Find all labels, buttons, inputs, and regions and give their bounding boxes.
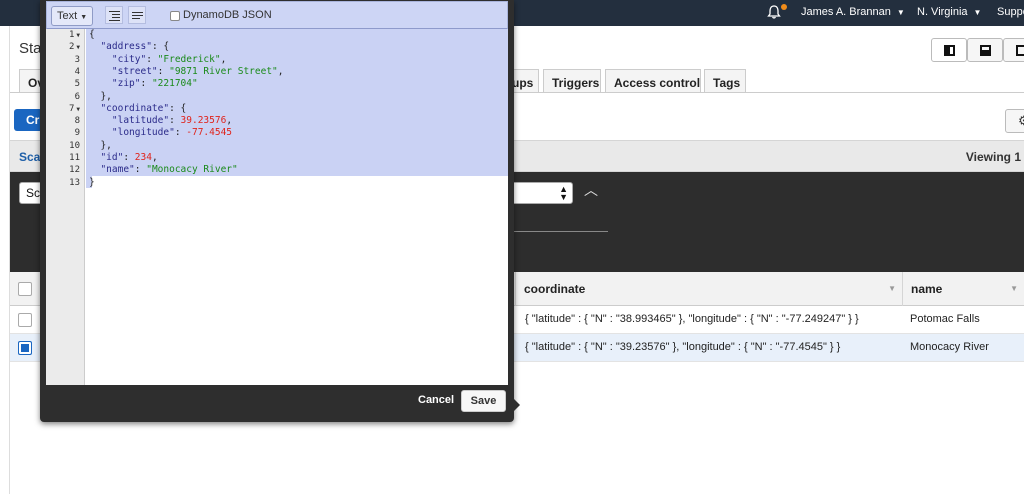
region-menu[interactable]: N. Virginia ▼ [917,6,981,18]
chevron-up-icon[interactable]: ︿ [584,180,598,200]
support-menu[interactable]: Support [997,6,1024,18]
mode-label: Text [57,10,78,22]
compact-icon[interactable] [128,6,146,24]
line-number: 13 [69,177,80,188]
layout-split-button[interactable] [931,38,967,62]
fold-icon: ▼ [76,32,80,39]
user-name: James A. Brannan [801,6,891,18]
line-number: 4 [74,66,80,77]
editor-mode-select[interactable]: Text ▼ [51,6,93,26]
code-line: "longitude": -77.4545 [111,127,233,139]
format-icon[interactable] [105,6,123,24]
select-all-checkbox[interactable] [18,282,32,296]
code-line: "name": "Monocacy River" [100,164,238,176]
code-line: "latitude": 39.23576, [111,115,233,127]
editor-toolbar: Text ▼ DynamoDB JSON [46,1,508,29]
layout-full-button[interactable] [1003,38,1024,62]
dynamodb-json-checkbox[interactable] [170,11,180,21]
column-header-coordinate[interactable]: coordinate ▼ [515,272,902,306]
code-line: "address": { [100,41,170,53]
chevron-down-icon: ▼ [973,8,982,17]
page-title: Sta [19,40,42,57]
code-line: } [89,176,95,188]
scan-label[interactable]: Sca [19,150,40,164]
layout-bottom-button[interactable] [967,38,1003,62]
line-number: 10 [69,140,80,151]
code-line: "street": "9871 River Street", [111,65,284,77]
code-line: }, [89,90,112,102]
line-number: 2 ▼ [68,42,80,53]
viewing-count: Viewing 1 [965,150,1021,164]
line-number: 11 [69,153,80,163]
dynamodb-json-label: DynamoDB JSON [183,9,272,21]
line-number: 7 ▼ [68,103,80,114]
chevron-down-icon: ▼ [896,8,905,17]
sort-caret-icon: ▼ [1010,284,1018,293]
cancel-button[interactable]: Cancel [418,394,454,406]
sort-caret-icon: ▼ [888,284,896,293]
column-label: name [911,282,943,296]
line-number: 3 [74,54,80,65]
line-number: 8 [74,116,80,127]
tab-tags[interactable]: Tags [704,69,746,93]
column-header-name[interactable]: name ▼ [902,272,1024,306]
tab-triggers[interactable]: Triggers [543,69,601,93]
line-number: 9 [74,128,80,139]
user-menu[interactable]: James A. Brannan ▼ [801,6,905,18]
region-name: N. Virginia [917,6,968,18]
cell-coordinate: { "latitude" : { "N" : "39.23576" }, "lo… [525,341,841,353]
column-label: coordinate [524,282,586,296]
row-checkbox[interactable] [18,313,32,327]
edit-item-modal: Text ▼ DynamoDB JSON 1 ▼ 2 ▼ 3 4 5 6 7 ▼ 8 9… [40,0,514,422]
line-number: 1 ▼ [68,30,80,40]
code-line: { [89,29,95,40]
sort-select[interactable]: ▲ ▼ [505,182,573,204]
code-line: "city": "Frederick", [111,53,227,65]
cell-name: Monocacy River [910,341,989,353]
fold-icon: ▼ [76,105,80,113]
fold-icon: ▼ [76,44,80,52]
modal-pointer [512,397,520,413]
cell-name: Potomac Falls [910,313,980,325]
notification-dot [781,4,787,10]
select-arrows-icon: ▲ ▼ [559,184,568,202]
settings-gear-icon[interactable]: ⚙ [1005,109,1024,133]
save-button[interactable]: Save [461,390,506,412]
chevron-down-icon: ▼ [80,14,88,21]
bell-icon[interactable] [766,4,782,20]
cell-coordinate: { "latitude" : { "N" : "38.993465" }, "l… [525,313,859,325]
line-number: 5 [74,79,80,90]
panel-divider [507,231,608,232]
row-checkbox[interactable] [18,341,32,355]
code-line: }, [89,139,112,151]
code-line: "zip": "221704" [111,78,198,90]
line-number: 12 [69,165,80,176]
json-editor[interactable]: 1 ▼ 2 ▼ 3 4 5 6 7 ▼ 8 9 10 11 12 13 { "addr… [46,29,508,385]
code-line: "id": 234, [100,152,158,163]
code-line: "coordinate": { [100,102,187,114]
line-number: 6 [74,91,80,102]
tab-access-control[interactable]: Access control [605,69,701,93]
